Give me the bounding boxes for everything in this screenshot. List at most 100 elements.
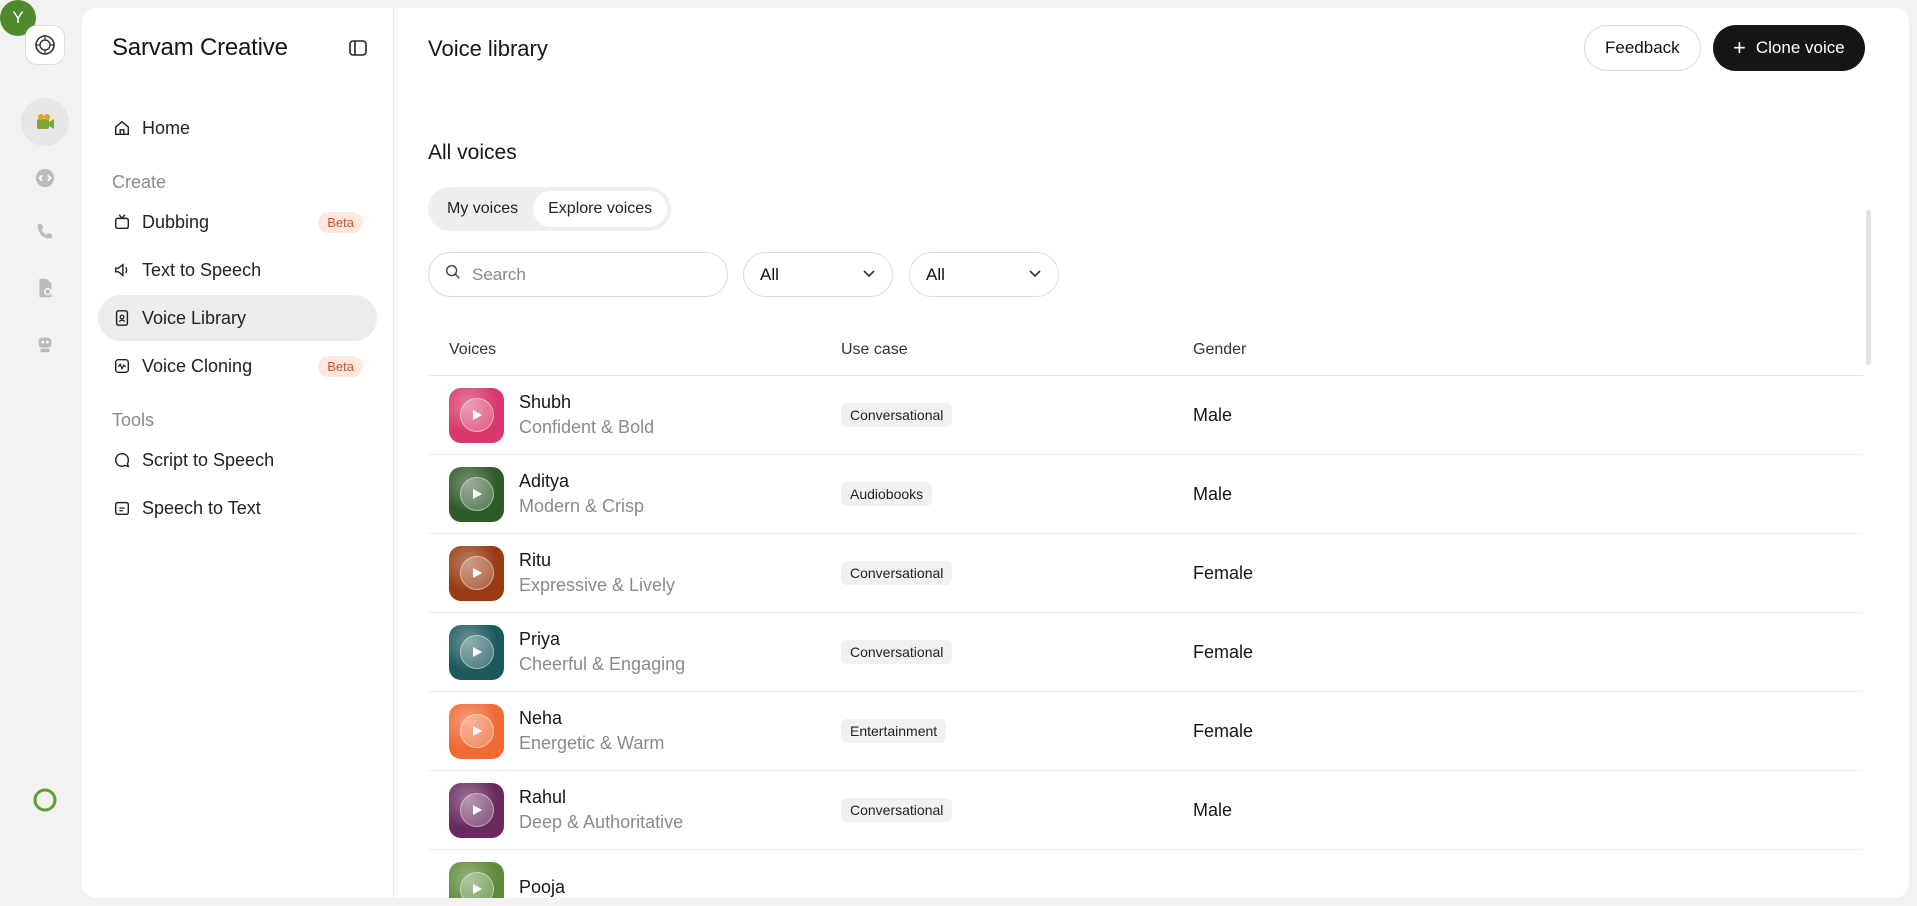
sidebar-item-label: Text to Speech — [142, 259, 262, 280]
table-row[interactable]: Pooja — [429, 850, 1863, 898]
play-icon[interactable] — [459, 635, 494, 669]
header-use-case: Use case — [841, 340, 908, 358]
tab-my-voices[interactable]: My voices — [432, 191, 533, 227]
use-case-tag: Conversational — [841, 561, 953, 585]
voice-text: Aditya Modern & Crisp — [519, 471, 644, 517]
sidebar-item-voice-library[interactable]: Voice Library — [98, 295, 377, 341]
use-case-cell: Conversational — [841, 640, 1193, 664]
book-icon — [112, 308, 132, 328]
use-case-tag: Conversational — [841, 798, 953, 822]
table-row[interactable]: Shubh Confident & Bold Conversational Ma… — [429, 376, 1863, 455]
gender-cell: Male — [1193, 799, 1233, 820]
use-case-tag: Conversational — [841, 403, 953, 427]
home-icon — [112, 118, 132, 138]
speaker-icon — [112, 260, 132, 280]
beta-badge: Beta — [318, 355, 363, 377]
sidebar-header: Sarvam Creative — [112, 34, 369, 62]
voice-cell: Neha Energetic & Warm — [429, 703, 841, 759]
use-case-tag: Audiobooks — [841, 482, 933, 506]
sidebar-item-label: Voice Library — [142, 307, 247, 328]
beta-badge: Beta — [318, 211, 363, 233]
document-icon[interactable] — [21, 264, 69, 312]
section-create: Create — [112, 172, 167, 192]
voice-text: Pooja — [519, 877, 565, 899]
sidebar-item-label: Voice Cloning — [142, 355, 253, 376]
voice-thumbnail[interactable] — [449, 703, 504, 759]
use-case-cell: Conversational — [841, 798, 1193, 822]
chevron-down-icon — [1028, 265, 1042, 285]
use-case-tag: Conversational — [841, 640, 953, 664]
creative-app-icon[interactable] — [21, 98, 69, 146]
use-case-tag: Entertainment — [841, 719, 947, 743]
progress-ring-icon[interactable] — [21, 776, 69, 824]
voice-thumbnail[interactable] — [449, 545, 504, 601]
voice-thumbnail[interactable] — [449, 387, 504, 443]
sarvam-logo-icon[interactable] — [25, 25, 65, 65]
voice-thumbnail[interactable] — [449, 466, 504, 522]
sidebar-item-label: Script to Speech — [142, 449, 275, 470]
play-icon[interactable] — [459, 398, 494, 432]
tab-explore-voices[interactable]: Explore voices — [533, 191, 668, 227]
sidebar-item-dubbing[interactable]: Dubbing Beta — [98, 199, 377, 245]
play-icon[interactable] — [459, 556, 494, 590]
table-row[interactable]: Rahul Deep & Authoritative Conversationa… — [429, 771, 1863, 850]
section-title: All voices — [428, 141, 517, 164]
app-title: Sarvam Creative — [112, 34, 288, 61]
voice-thumbnail[interactable] — [449, 624, 504, 680]
sidebar-toggle-icon[interactable] — [347, 37, 369, 59]
use-case-filter[interactable]: All — [743, 252, 893, 297]
voice-description: Deep & Authoritative — [519, 812, 684, 832]
table-row[interactable]: Aditya Modern & Crisp Audiobooks Male — [429, 455, 1863, 534]
table-row[interactable]: Ritu Expressive & Lively Conversational … — [429, 534, 1863, 613]
scrollbar[interactable] — [1866, 210, 1871, 365]
phone-icon[interactable] — [21, 208, 69, 256]
voice-name: Pooja — [519, 876, 566, 897]
gender-cell: Female — [1193, 720, 1254, 741]
voice-thumbnail[interactable] — [449, 782, 504, 838]
code-icon[interactable] — [21, 154, 69, 202]
gender-filter[interactable]: All — [909, 252, 1059, 297]
voice-description: Confident & Bold — [519, 417, 655, 437]
voice-cell: Rahul Deep & Authoritative — [429, 782, 841, 838]
feedback-button[interactable]: Feedback — [1584, 25, 1701, 71]
use-case-cell: Conversational — [841, 561, 1193, 585]
search-input[interactable] — [472, 264, 702, 285]
voice-description: Modern & Crisp — [519, 496, 645, 516]
voice-text: Ritu Expressive & Lively — [519, 550, 675, 596]
voice-name: Rahul — [519, 787, 567, 807]
sidebar-item-script-to-speech[interactable]: Script to Speech — [98, 437, 377, 483]
sidebar-nav: Home Create Dubbing Beta Text to Speech … — [98, 105, 377, 533]
voice-name: Priya — [519, 629, 561, 649]
play-icon[interactable] — [459, 714, 494, 748]
voice-cell: Shubh Confident & Bold — [429, 387, 841, 443]
tv-icon — [112, 212, 132, 232]
voice-description: Cheerful & Engaging — [519, 654, 686, 674]
voice-thumbnail[interactable] — [449, 861, 504, 898]
sidebar-item-home[interactable]: Home — [98, 105, 377, 151]
voice-text: Neha Energetic & Warm — [519, 708, 664, 754]
use-case-cell: Audiobooks — [841, 482, 1193, 506]
sidebar-item-text-to-speech[interactable]: Text to Speech — [98, 247, 377, 293]
sidebar-item-label: Dubbing — [142, 211, 210, 232]
gender-cell: Female — [1193, 562, 1254, 583]
table-header: Voices Use case Gender — [429, 324, 1863, 376]
voice-cell: Aditya Modern & Crisp — [429, 466, 841, 522]
search-box[interactable] — [428, 252, 728, 297]
play-icon[interactable] — [459, 793, 494, 827]
gender-filter-value: All — [926, 264, 945, 284]
robot-icon[interactable] — [21, 320, 69, 368]
sidebar-item-voice-cloning[interactable]: Voice Cloning Beta — [98, 343, 377, 389]
use-case-cell: Entertainment — [841, 719, 1193, 743]
play-icon[interactable] — [459, 872, 494, 898]
table-row[interactable]: Priya Cheerful & Engaging Conversational… — [429, 613, 1863, 692]
clone-voice-label: Clone voice — [1755, 38, 1845, 57]
sidebar-item-speech-to-text[interactable]: Speech to Text — [98, 485, 377, 531]
feedback-label: Feedback — [1605, 38, 1680, 57]
use-case-filter-value: All — [760, 264, 779, 284]
play-icon[interactable] — [459, 477, 494, 511]
sidebar: Sarvam Creative Home Create Dubbing Beta… — [82, 8, 394, 898]
transcript-icon — [112, 498, 132, 518]
table-row[interactable]: Neha Energetic & Warm Entertainment Fema… — [429, 692, 1863, 771]
clone-voice-button[interactable]: + Clone voice — [1713, 25, 1865, 71]
voice-text: Priya Cheerful & Engaging — [519, 629, 685, 675]
